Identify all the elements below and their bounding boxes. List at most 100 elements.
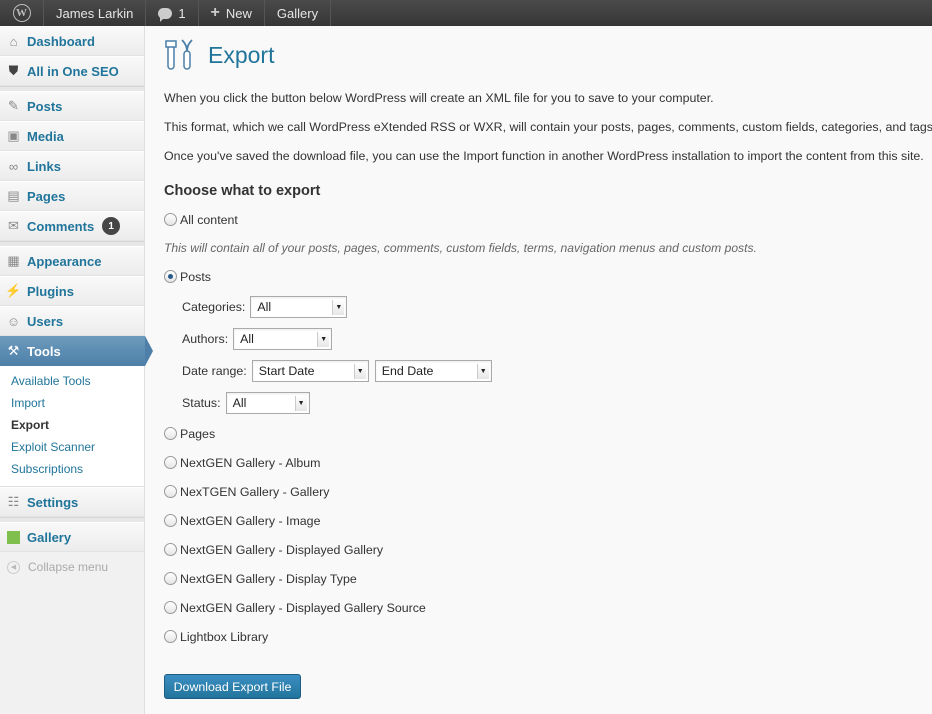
gallery-label: Gallery	[276, 5, 319, 21]
select-value: Start Date	[258, 364, 315, 378]
shield-icon: ⛊	[8, 63, 19, 78]
option-label: Lightbox Library	[180, 629, 269, 644]
main-content: Export When you click the button below W…	[164, 26, 932, 699]
all-content-note: This will contain all of your posts, pag…	[164, 241, 757, 255]
dropdown-arrow-icon: ▼	[353, 364, 366, 379]
status-label: Status:	[182, 396, 221, 410]
start-date-select[interactable]: Start Date ▼	[251, 360, 369, 382]
menu-label: Plugins	[27, 283, 74, 299]
end-date-select[interactable]: End Date ▼	[374, 360, 492, 382]
collapse-menu-button[interactable]: ◀ Collapse menu	[0, 552, 144, 582]
media-icon: ▣	[7, 128, 20, 143]
status-select[interactable]: All ▼	[225, 392, 310, 414]
submenu-exploit-scanner[interactable]: Exploit Scanner	[0, 436, 144, 458]
menu-label: Media	[27, 128, 64, 144]
radio-button[interactable]	[164, 543, 177, 556]
admin-bar: W James Larkin 1 + New Gallery	[0, 0, 932, 26]
radio-button[interactable]	[164, 630, 177, 643]
option-label: NextGEN Gallery - Display Type	[180, 571, 357, 586]
option-nextgen-gallery[interactable]: NexTGEN Gallery - Gallery	[164, 477, 924, 506]
menu-settings[interactable]: ☷ Settings	[0, 487, 144, 517]
dropdown-arrow-icon: ▼	[317, 332, 330, 347]
submenu-import[interactable]: Import	[0, 392, 144, 414]
option-label: NextGEN Gallery - Displayed Gallery Sour…	[180, 600, 426, 615]
submenu-subscriptions[interactable]: Subscriptions	[0, 458, 144, 480]
menu-appearance[interactable]: ▦ Appearance	[0, 246, 144, 276]
option-label: Pages	[180, 426, 216, 441]
submenu-available-tools[interactable]: Available Tools	[0, 370, 144, 392]
menu-label: Links	[27, 158, 61, 174]
option-label: All content	[180, 212, 238, 227]
option-label: NextGEN Gallery - Displayed Gallery	[180, 542, 384, 557]
radio-button[interactable]	[164, 456, 177, 469]
gallery-icon	[5, 529, 22, 546]
radio-button[interactable]	[164, 485, 177, 498]
authors-filter: Authors: All ▼	[164, 323, 924, 355]
dropdown-arrow-icon: ▼	[332, 300, 345, 315]
plus-icon: +	[210, 4, 220, 21]
select-value: All	[257, 300, 272, 314]
categories-filter: Categories: All ▼	[164, 291, 924, 323]
radio-button[interactable]	[164, 427, 177, 440]
download-export-file-button[interactable]: Download Export File	[164, 674, 301, 699]
users-icon: ☺	[6, 313, 21, 329]
dropdown-arrow-icon: ▼	[476, 364, 489, 379]
categories-label: Categories:	[182, 300, 246, 314]
settings-icon: ☷	[7, 494, 20, 509]
new-content-link[interactable]: + New	[199, 0, 265, 26]
description-2: This format, which we call WordPress eXt…	[164, 120, 932, 134]
gallery-link[interactable]: Gallery	[265, 0, 332, 26]
submenu-export[interactable]: Export	[0, 414, 144, 436]
option-nextgen-displayed-gallery[interactable]: NextGEN Gallery - Displayed Gallery	[164, 535, 924, 564]
option-posts[interactable]: Posts	[164, 262, 924, 291]
menu-users[interactable]: ☺ Users	[0, 306, 144, 336]
option-nextgen-displayed-gallery-source[interactable]: NextGEN Gallery - Displayed Gallery Sour…	[164, 593, 924, 622]
select-value: End Date	[381, 364, 434, 378]
menu-dashboard[interactable]: ⌂ Dashboard	[0, 26, 144, 56]
wordpress-logo-button[interactable]: W	[0, 0, 44, 26]
option-nextgen-album[interactable]: NextGEN Gallery - Album	[164, 448, 924, 477]
option-label: NextGEN Gallery - Album	[180, 455, 321, 470]
authors-select[interactable]: All ▼	[233, 328, 333, 350]
menu-links[interactable]: ∞ Links	[0, 151, 144, 181]
radio-button[interactable]	[164, 213, 177, 226]
pushpin-icon: ✎	[8, 98, 19, 113]
menu-label: Users	[27, 313, 64, 329]
menu-comments[interactable]: ✉ Comments 1	[0, 211, 144, 241]
tools-icon: ⚒	[7, 343, 20, 358]
option-nextgen-display-type[interactable]: NextGEN Gallery - Display Type	[164, 564, 924, 593]
appearance-icon: ▦	[7, 253, 20, 268]
plugin-icon: ⚡	[5, 283, 22, 298]
house-icon: ⌂	[9, 33, 18, 49]
comment-bubble-icon	[158, 7, 173, 22]
menu-tools[interactable]: ⚒ Tools	[0, 336, 153, 366]
radio-button[interactable]	[164, 514, 177, 527]
menu-media[interactable]: ▣ Media	[0, 121, 144, 151]
radio-button[interactable]	[164, 601, 177, 614]
menu-posts[interactable]: ✎ Posts	[0, 91, 144, 121]
radio-button[interactable]	[164, 572, 177, 585]
menu-label: Gallery	[27, 529, 72, 545]
comments-link[interactable]: 1	[146, 0, 199, 26]
menu-plugins[interactable]: ⚡ Plugins	[0, 276, 144, 306]
link-icon: ∞	[8, 158, 19, 174]
comments-count: 1	[178, 5, 186, 21]
site-name-link[interactable]: James Larkin	[44, 0, 147, 26]
option-nextgen-image[interactable]: NextGEN Gallery - Image	[164, 506, 924, 535]
section-heading: Choose what to export	[164, 183, 321, 199]
option-pages[interactable]: Pages	[164, 419, 924, 448]
radio-button-checked[interactable]	[164, 270, 177, 283]
option-all-content[interactable]: All content	[164, 205, 924, 234]
option-lightbox-library[interactable]: Lightbox Library	[164, 622, 924, 651]
option-label: NextGEN Gallery - Image	[180, 513, 321, 528]
menu-label: Tools	[27, 343, 61, 359]
tools-icon	[165, 39, 193, 70]
date-range-filter: Date range: Start Date ▼ End Date ▼	[164, 355, 924, 387]
date-range-label: Date range:	[182, 364, 247, 378]
categories-select[interactable]: All ▼	[250, 296, 348, 318]
authors-label: Authors:	[182, 332, 229, 346]
menu-gallery[interactable]: Gallery	[0, 522, 144, 552]
menu-pages[interactable]: ▤ Pages	[0, 181, 144, 211]
admin-sidebar: ⌂ Dashboard ⛊ All in One SEO ✎ Posts ▣ Media…	[0, 26, 153, 714]
menu-all-in-one-seo[interactable]: ⛊ All in One SEO	[0, 56, 144, 86]
